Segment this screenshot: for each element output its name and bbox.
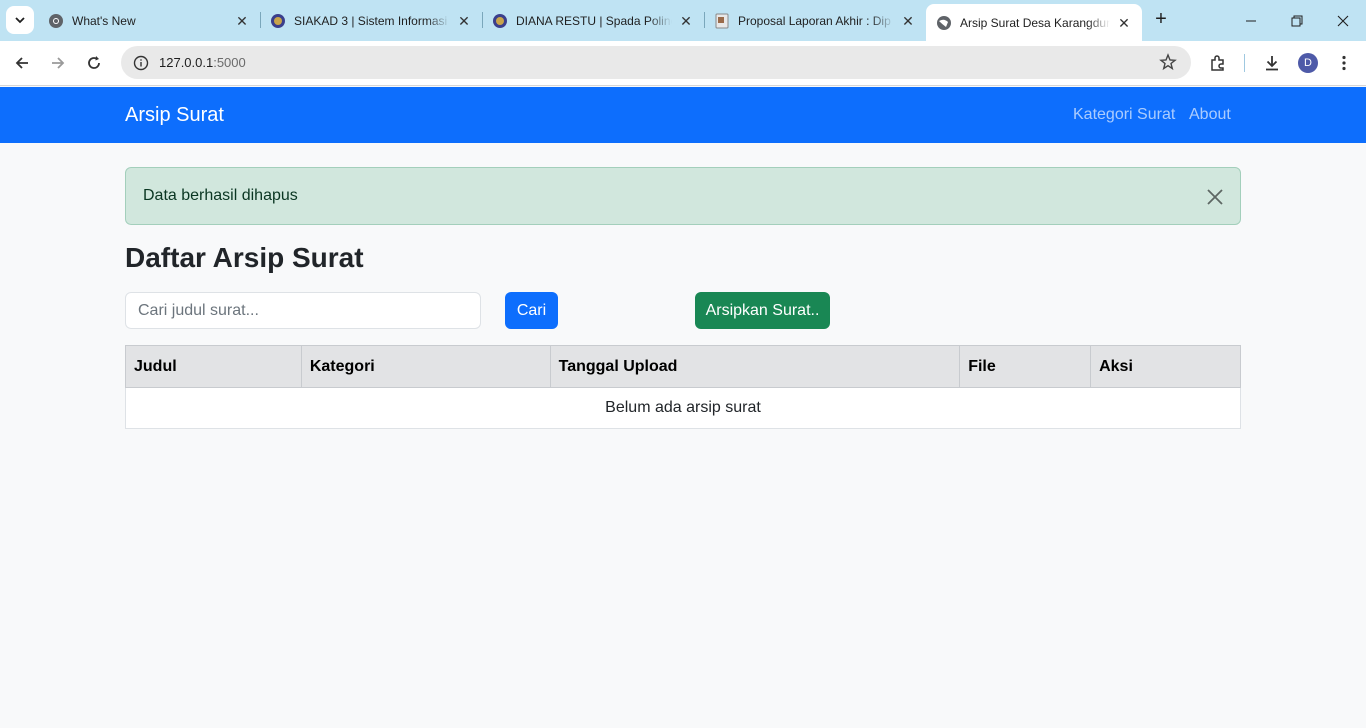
browser-tab-active[interactable]: Arsip Surat Desa Karangdure ✕: [926, 4, 1142, 41]
close-tab-icon[interactable]: ✕: [900, 13, 916, 29]
tab-title: Arsip Surat Desa Karangdure: [960, 15, 1110, 30]
column-header-judul: Judul: [125, 345, 302, 388]
globe-icon: [936, 15, 952, 31]
browser-tab[interactable]: Proposal Laporan Akhir : Dip ✕: [704, 4, 926, 37]
university-seal-icon: [270, 13, 286, 29]
site-navbar: Arsip Surat Kategori Surat About: [0, 87, 1366, 143]
chrome-icon: [48, 13, 64, 29]
university-seal-icon: [492, 13, 508, 29]
archive-letter-button[interactable]: Arsipkan Surat..: [695, 292, 830, 329]
close-tab-icon[interactable]: ✕: [456, 13, 472, 29]
browser-tab[interactable]: DIANA RESTU | Spada Poline ✕: [482, 4, 704, 37]
alert-message: Data berhasil dihapus: [143, 187, 298, 204]
nav-link-about[interactable]: About: [1189, 106, 1231, 124]
nav-link-kategori-surat[interactable]: Kategori Surat: [1073, 106, 1175, 124]
tab-title: What's New: [72, 13, 136, 28]
page-title: Daftar Arsip Surat: [125, 242, 364, 273]
restore-icon[interactable]: [1274, 0, 1320, 41]
forward-arrow-icon[interactable]: [44, 49, 72, 77]
search-button[interactable]: Cari: [505, 292, 558, 329]
toolbar-divider: [1244, 54, 1245, 72]
site-info-icon[interactable]: [131, 53, 151, 73]
browser-tabstrip: What's New ✕ SIAKAD 3 | Sistem Informasi…: [0, 0, 1366, 41]
column-header-tanggal-upload: Tanggal Upload: [549, 345, 961, 388]
download-icon[interactable]: [1258, 49, 1286, 77]
success-alert: Data berhasil dihapus: [125, 167, 1241, 225]
document-icon: [714, 13, 730, 29]
profile-avatar[interactable]: D: [1298, 53, 1318, 73]
tab-title: Proposal Laporan Akhir : Dip: [738, 13, 891, 28]
tab-title: SIAKAD 3 | Sistem Informasi: [294, 13, 448, 28]
url-port: :5000: [213, 55, 246, 70]
column-header-file: File: [959, 345, 1092, 388]
table-row: Belum ada arsip surat: [125, 387, 1241, 429]
close-tab-icon[interactable]: ✕: [234, 13, 250, 29]
more-menu-icon[interactable]: [1330, 49, 1358, 77]
address-bar[interactable]: 127.0.0.1:5000: [121, 46, 1191, 79]
table-header-row: Judul Kategori Tanggal Upload File Aksi: [125, 345, 1241, 388]
search-input[interactable]: [125, 292, 481, 329]
extensions-icon[interactable]: [1204, 49, 1232, 77]
archive-table: Judul Kategori Tanggal Upload File Aksi …: [125, 345, 1241, 429]
browser-tab[interactable]: What's New ✕: [38, 4, 260, 37]
empty-table-message: Belum ada arsip surat: [125, 387, 1241, 429]
browser-tab[interactable]: SIAKAD 3 | Sistem Informasi ✕: [260, 4, 482, 37]
close-tab-icon[interactable]: ✕: [678, 13, 694, 29]
chevron-down-icon: [15, 17, 25, 24]
navbar-brand[interactable]: Arsip Surat: [125, 104, 224, 127]
close-icon[interactable]: [1204, 186, 1226, 208]
reload-icon[interactable]: [80, 49, 108, 77]
column-header-aksi: Aksi: [1090, 345, 1241, 388]
back-arrow-icon[interactable]: [8, 49, 36, 77]
tab-search-button[interactable]: [6, 6, 34, 34]
minimize-icon[interactable]: [1228, 0, 1274, 41]
browser-toolbar: 127.0.0.1:5000 D: [0, 41, 1366, 86]
column-header-kategori: Kategori: [300, 345, 551, 388]
window-close-icon[interactable]: [1320, 0, 1366, 41]
new-tab-icon[interactable]: +: [1150, 8, 1172, 30]
close-tab-icon[interactable]: ✕: [1116, 15, 1132, 31]
bookmark-star-icon[interactable]: [1159, 53, 1177, 74]
url-host: 127.0.0.1: [159, 55, 214, 70]
tab-title: DIANA RESTU | Spada Poline: [516, 13, 672, 28]
